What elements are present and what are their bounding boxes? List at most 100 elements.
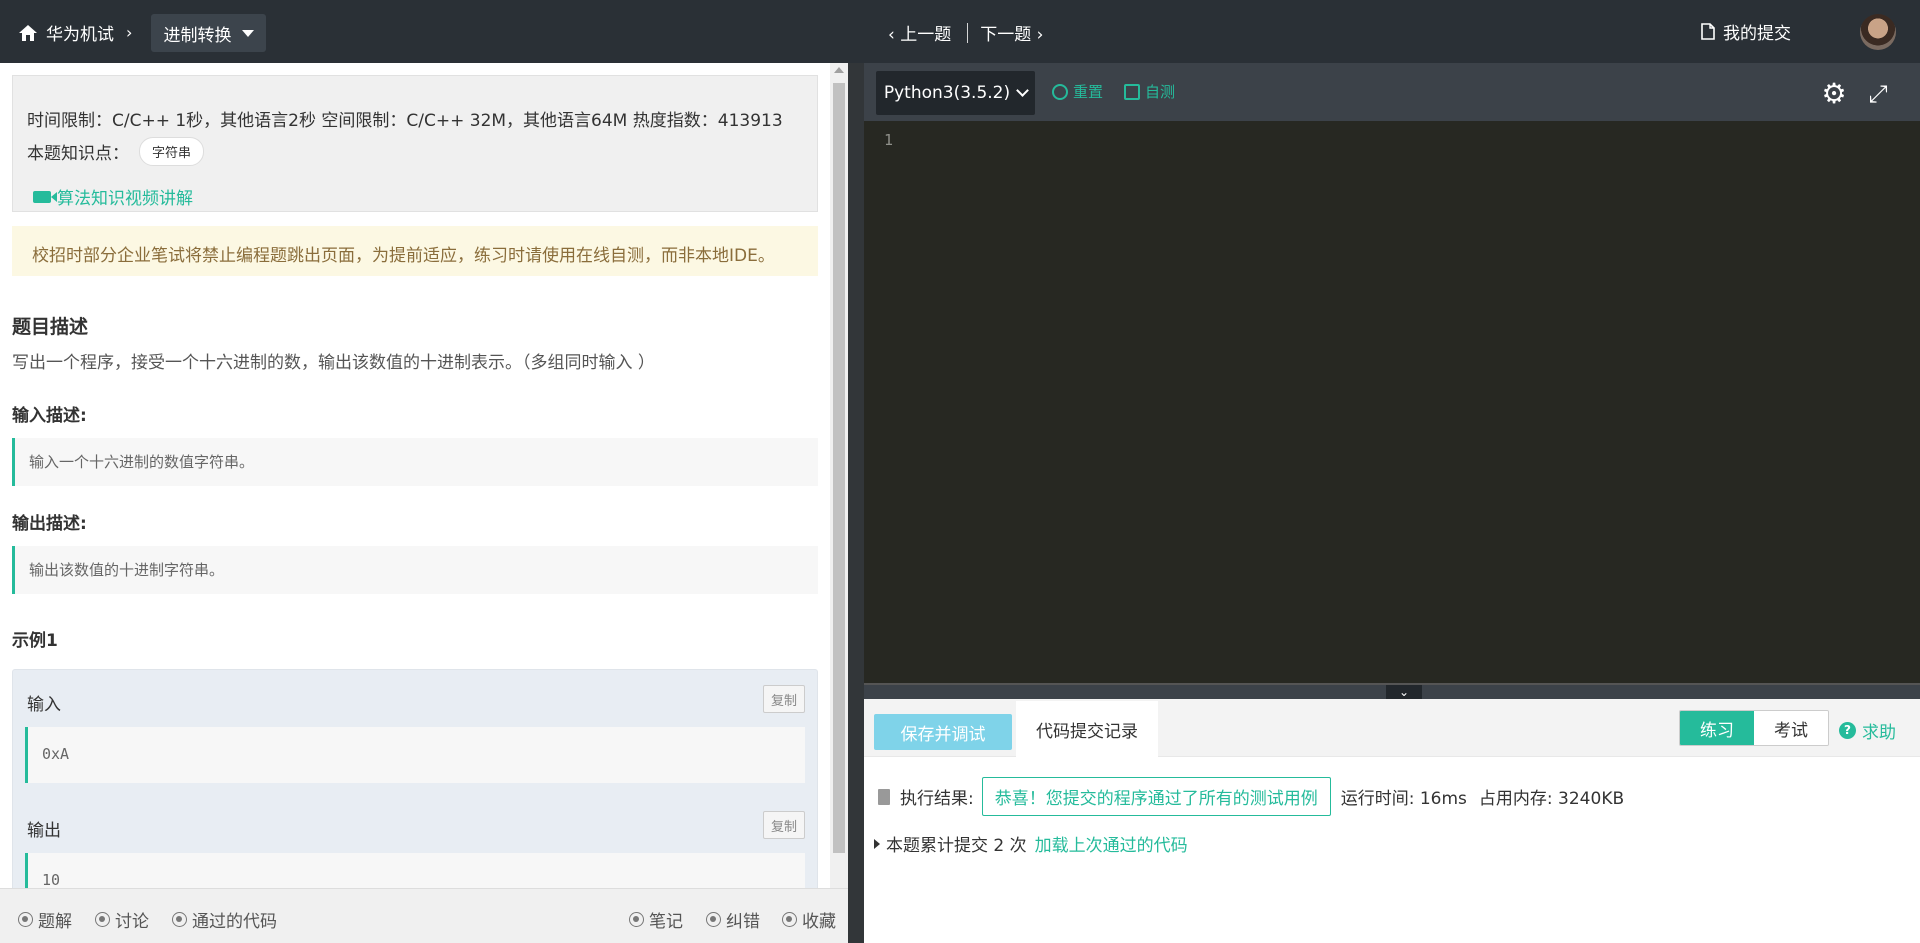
- my-submissions-link[interactable]: 我的提交: [1701, 19, 1791, 44]
- bulb-icon: [18, 912, 33, 927]
- errata-label: 纠错: [726, 912, 760, 932]
- mode-practice-button[interactable]: 练习: [1680, 711, 1754, 745]
- comment-icon: [95, 912, 110, 927]
- discuss-label: 讨论: [115, 912, 149, 932]
- knowledge-points: 本题知识点： 字符串: [27, 137, 205, 166]
- passed-code-label: 通过的代码: [192, 912, 277, 932]
- note-icon: [629, 912, 644, 927]
- help-icon: ?: [1839, 722, 1856, 739]
- notes-label: 笔记: [649, 912, 683, 932]
- run-time: 运行时间: 16ms: [1340, 789, 1467, 809]
- pencil-icon: [706, 912, 721, 927]
- input-desc-title: 输入描述:: [12, 406, 87, 426]
- editor-splitter[interactable]: ⌄: [864, 683, 1920, 699]
- chevron-left-icon: ‹: [888, 25, 901, 45]
- video-lecture-link[interactable]: 算法知识视频讲解: [33, 184, 193, 209]
- prev-problem-link[interactable]: ‹ 上一题: [888, 20, 951, 45]
- execution-result: 执行结果: 恭喜！您提交的程序通过了所有的测试用例 运行时间: 16ms 占用内…: [878, 777, 1636, 816]
- language-select[interactable]: Python3(3.5.2): [876, 71, 1035, 115]
- knowledge-label: 本题知识点：: [27, 144, 129, 164]
- file-icon: [1701, 23, 1715, 40]
- copy-input-button[interactable]: 复制: [763, 685, 805, 713]
- collapse-handle[interactable]: ⌄: [1386, 685, 1422, 699]
- example-output-label: 输出: [27, 821, 61, 841]
- video-icon: [33, 190, 57, 203]
- caret-down-icon: [241, 29, 254, 37]
- passed-code-link[interactable]: 通过的代码: [172, 907, 277, 932]
- errata-link[interactable]: 纠错: [706, 907, 760, 932]
- tab-submission-records[interactable]: 代码提交记录: [1016, 701, 1158, 757]
- submission-summary[interactable]: 本题累计提交 2 次 加载上次通过的代码: [874, 831, 1188, 856]
- next-problem-link[interactable]: 下一题 ›: [980, 20, 1043, 45]
- home-label: 华为机试: [46, 25, 114, 45]
- load-last-code-link[interactable]: 加载上次通过的代码: [1035, 831, 1188, 856]
- line-number: 1: [884, 131, 894, 149]
- exec-label: 执行结果:: [900, 789, 974, 809]
- problem-info-box: 时间限制：C/C++ 1秒，其他语言2秒 空间限制：C/C++ 32M，其他语言…: [12, 75, 818, 212]
- memory-usage: 占用内存: 3240KB: [1478, 789, 1625, 809]
- solutions-label: 题解: [38, 912, 72, 932]
- mode-exam-button[interactable]: 考试: [1754, 711, 1828, 745]
- save-debug-button[interactable]: 保存并调试: [874, 714, 1012, 750]
- panel-divider[interactable]: [848, 63, 864, 943]
- self-test-label: 自测: [1145, 83, 1176, 101]
- limits-text: 时间限制：C/C++ 1秒，其他语言2秒 空间限制：C/C++ 32M，其他语言…: [27, 111, 783, 131]
- avatar[interactable]: [1860, 14, 1896, 50]
- reset-label: 重置: [1073, 83, 1104, 101]
- problem-panel: 时间限制：C/C++ 1秒，其他语言2秒 空间限制：C/C++ 32M，其他语言…: [0, 63, 836, 943]
- input-desc-text: 输入一个十六进制的数值字符串。: [12, 438, 818, 486]
- copy-output-button[interactable]: 复制: [763, 811, 805, 839]
- output-desc-title: 输出描述:: [12, 514, 87, 534]
- monitor-icon: [1124, 83, 1140, 100]
- favorite-label: 收藏: [802, 912, 836, 932]
- gear-icon[interactable]: ⚙: [1821, 80, 1847, 108]
- favorite-link[interactable]: 收藏: [782, 907, 836, 932]
- result-tabs: 保存并调试 代码提交记录 练习 考试 ? 求助: [864, 699, 1920, 757]
- prev-label: 上一题: [900, 25, 952, 45]
- nav-separator: [967, 22, 969, 43]
- category-label: 进制转换: [163, 25, 232, 46]
- refresh-icon: [1052, 83, 1068, 100]
- help-link[interactable]: ? 求助: [1839, 718, 1896, 743]
- problem-scrollbar[interactable]: [830, 63, 848, 943]
- discuss-link[interactable]: 讨论: [95, 907, 149, 932]
- help-label: 求助: [1862, 723, 1896, 743]
- next-label: 下一题: [980, 25, 1032, 45]
- chevron-down-icon: [1016, 84, 1029, 97]
- code-editor[interactable]: 1: [864, 121, 1920, 683]
- language-label: Python3(3.5.2): [883, 83, 1011, 103]
- problem-navigation: ‹ 上一题 下一题 ›: [888, 20, 1043, 45]
- scroll-up-icon[interactable]: [834, 67, 844, 73]
- caret-right-icon: [874, 838, 880, 849]
- top-navbar: 华为机试 › 进制转换 ‹ 上一题 下一题 › 我的提交: [0, 0, 1920, 63]
- my-submissions-label: 我的提交: [1723, 24, 1791, 44]
- mode-toggle: 练习 考试: [1679, 710, 1829, 746]
- submit-count: 本题累计提交 2 次: [886, 836, 1027, 856]
- check-icon: [172, 912, 187, 927]
- expand-icon[interactable]: ⤢: [1865, 81, 1891, 107]
- example-title: 示例1: [12, 631, 58, 651]
- notes-link[interactable]: 笔记: [629, 907, 683, 932]
- chevron-right-icon: ›: [126, 23, 133, 42]
- scrollbar-thumb[interactable]: [833, 83, 845, 853]
- knowledge-tag[interactable]: 字符串: [139, 137, 205, 166]
- solutions-link[interactable]: 题解: [18, 907, 72, 932]
- chevron-right-icon: ›: [1031, 25, 1044, 45]
- problem-bottom-bar: 题解 讨论 通过的代码 笔记 纠错 收藏: [0, 888, 848, 943]
- reset-button[interactable]: 重置: [1052, 81, 1103, 102]
- example-input-value: 0xA: [25, 727, 805, 783]
- output-desc-text: 输出该数值的十进制字符串。: [12, 546, 818, 594]
- example-input-label: 输入: [27, 695, 61, 715]
- description-text: 写出一个程序，接受一个十六进制的数，输出该数值的十进制表示。（多组同时输入 ）: [12, 353, 655, 373]
- video-link-label: 算法知识视频讲解: [57, 189, 193, 209]
- clipboard-icon: [878, 788, 890, 805]
- home-icon: [19, 24, 37, 41]
- self-test-button[interactable]: 自测: [1124, 81, 1175, 102]
- category-dropdown[interactable]: 进制转换: [151, 14, 266, 52]
- success-badge: 恭喜！您提交的程序通过了所有的测试用例: [981, 777, 1331, 816]
- result-panel: 保存并调试 代码提交记录 练习 考试 ? 求助 执行结果: 恭喜！您提交的程序通…: [864, 699, 1920, 943]
- home-link[interactable]: 华为机试 ›: [18, 20, 132, 45]
- heart-icon: [782, 912, 797, 927]
- editor-toolbar: Python3(3.5.2) 重置 自测 ⚙ ⤢: [864, 63, 1920, 121]
- description-title: 题目描述: [12, 316, 89, 338]
